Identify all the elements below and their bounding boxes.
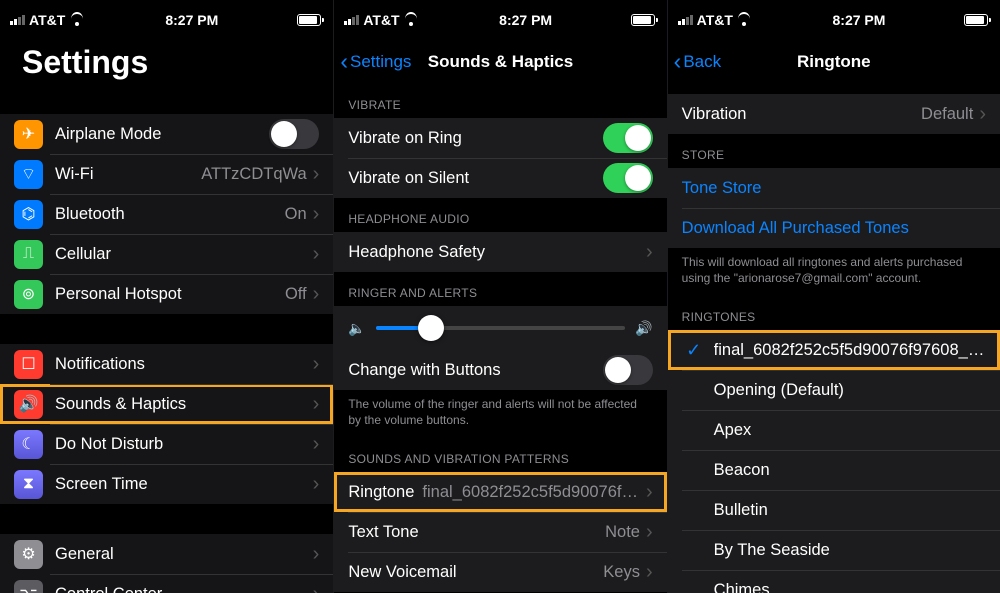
chevron-right-icon: › xyxy=(313,473,320,496)
row-text-tone[interactable]: Text ToneNote› xyxy=(334,512,666,552)
group-header-ringer: RINGER AND ALERTS xyxy=(334,272,666,306)
volume-slider-row: 🔈 🔊 xyxy=(334,306,666,350)
group-header-store: STORE xyxy=(668,134,1000,168)
chevron-right-icon: › xyxy=(646,241,653,264)
back-button[interactable]: ‹Back xyxy=(674,50,721,73)
row-airplane[interactable]: ✈︎Airplane Mode xyxy=(0,114,333,154)
battery-icon xyxy=(297,14,321,26)
ringtone-item[interactable]: Bulletin xyxy=(668,490,1000,530)
nav-bar: ‹Back Ringtone xyxy=(668,40,1000,84)
general-icon: ⚙︎ xyxy=(14,540,43,569)
row-change-buttons[interactable]: Change with Buttons xyxy=(334,350,666,390)
ringtone-item[interactable]: Beacon xyxy=(668,450,1000,490)
signal-icon xyxy=(10,15,25,25)
row-vibrate-ring[interactable]: Vibrate on Ring xyxy=(334,118,666,158)
ringtone-item[interactable]: Chimes xyxy=(668,570,1000,593)
chevron-right-icon: › xyxy=(646,561,653,584)
wifi-icon xyxy=(69,15,84,26)
chevron-right-icon: › xyxy=(313,163,320,186)
chevron-right-icon: › xyxy=(979,103,986,126)
group-header-headphone: HEADPHONE AUDIO xyxy=(334,198,666,232)
battery-icon xyxy=(631,14,655,26)
vibrate-ring-toggle[interactable] xyxy=(603,123,653,153)
chevron-right-icon: › xyxy=(313,393,320,416)
row-control-center[interactable]: ⌥Control Center› xyxy=(0,574,333,593)
group-header-patterns: SOUNDS AND VIBRATION PATTERNS xyxy=(334,438,666,472)
settings-screen: AT&T 8:27 PM Settings ✈︎Airplane Mode ⌔W… xyxy=(0,0,333,593)
chevron-left-icon: ‹ xyxy=(674,50,682,73)
ringtone-item[interactable]: Opening (Default) xyxy=(668,370,1000,410)
row-vibrate-silent[interactable]: Vibrate on Silent xyxy=(334,158,666,198)
volume-slider[interactable] xyxy=(376,326,625,330)
row-screen-time[interactable]: ⧗Screen Time› xyxy=(0,464,333,504)
footer-download: This will download all ringtones and ale… xyxy=(668,248,1000,296)
row-download-all[interactable]: Download All Purchased Tones xyxy=(668,208,1000,248)
chevron-right-icon: › xyxy=(313,353,320,376)
ringtone-item[interactable]: By The Seaside xyxy=(668,530,1000,570)
ringtone-screen: AT&T 8:27 PM ‹Back Ringtone VibrationDef… xyxy=(667,0,1000,593)
airplane-toggle[interactable] xyxy=(269,119,319,149)
chevron-right-icon: › xyxy=(313,283,320,306)
chevron-right-icon: › xyxy=(313,583,320,593)
page-title: Settings xyxy=(8,44,148,81)
ringtone-item[interactable]: ✓final_6082f252c5f5d90076f97608_5… xyxy=(668,330,1000,370)
volume-low-icon: 🔈 xyxy=(348,320,365,337)
row-ringtone[interactable]: Ringtonefinal_6082f252c5f5d90076f97…› xyxy=(334,472,666,512)
battery-icon xyxy=(964,14,988,26)
status-bar: AT&T 8:27 PM xyxy=(0,0,333,40)
row-general[interactable]: ⚙︎General› xyxy=(0,534,333,574)
sounds-icon: 🔊 xyxy=(14,390,43,419)
chevron-left-icon: ‹ xyxy=(340,50,348,73)
status-bar: AT&T 8:27 PM xyxy=(668,0,1000,40)
chevron-right-icon: › xyxy=(313,543,320,566)
ringtone-item[interactable]: Apex xyxy=(668,410,1000,450)
row-tone-store[interactable]: Tone Store xyxy=(668,168,1000,208)
row-headphone-safety[interactable]: Headphone Safety› xyxy=(334,232,666,272)
status-bar: AT&T 8:27 PM xyxy=(334,0,666,40)
row-wifi[interactable]: ⌔Wi-FiATTzCDTqWa› xyxy=(0,154,333,194)
back-button[interactable]: ‹Settings xyxy=(340,50,411,73)
hotspot-icon: ⊚ xyxy=(14,280,43,309)
wifi-icon xyxy=(404,15,419,26)
chevron-right-icon: › xyxy=(313,203,320,226)
row-hotspot[interactable]: ⊚Personal HotspotOff› xyxy=(0,274,333,314)
check-icon: ✓ xyxy=(682,340,706,361)
bluetooth-icon: ⌬ xyxy=(14,200,43,229)
nav-bar: Settings xyxy=(0,40,333,84)
cellular-icon: ⎍ xyxy=(14,240,43,269)
row-cellular[interactable]: ⎍Cellular› xyxy=(0,234,333,274)
row-new-voicemail[interactable]: New VoicemailKeys› xyxy=(334,552,666,592)
screen-time-icon: ⧗ xyxy=(14,470,43,499)
wifi-icon: ⌔ xyxy=(14,160,43,189)
group-header-ringtones: RINGTONES xyxy=(668,296,1000,330)
row-vibration[interactable]: VibrationDefault› xyxy=(668,94,1000,134)
footer-change-buttons: The volume of the ringer and alerts will… xyxy=(334,390,666,438)
wifi-icon xyxy=(737,15,752,26)
dnd-icon: ☾ xyxy=(14,430,43,459)
chevron-right-icon: › xyxy=(646,521,653,544)
nav-bar: ‹Settings Sounds & Haptics xyxy=(334,40,666,84)
signal-icon xyxy=(678,15,693,25)
signal-icon xyxy=(344,15,359,25)
row-dnd[interactable]: ☾Do Not Disturb› xyxy=(0,424,333,464)
control-center-icon: ⌥ xyxy=(14,580,43,593)
row-notifications[interactable]: ☐Notifications› xyxy=(0,344,333,384)
row-bluetooth[interactable]: ⌬BluetoothOn› xyxy=(0,194,333,234)
vibrate-silent-toggle[interactable] xyxy=(603,163,653,193)
notifications-icon: ☐ xyxy=(14,350,43,379)
change-buttons-toggle[interactable] xyxy=(603,355,653,385)
airplane-icon: ✈︎ xyxy=(14,120,43,149)
chevron-right-icon: › xyxy=(313,433,320,456)
chevron-right-icon: › xyxy=(646,481,653,504)
volume-high-icon: 🔊 xyxy=(635,320,652,337)
row-sounds-haptics[interactable]: 🔊Sounds & Haptics› xyxy=(0,384,333,424)
page-title: Ringtone xyxy=(676,52,992,72)
chevron-right-icon: › xyxy=(313,243,320,266)
group-header-vibrate: VIBRATE xyxy=(334,84,666,118)
sounds-haptics-screen: AT&T 8:27 PM ‹Settings Sounds & Haptics … xyxy=(333,0,666,593)
